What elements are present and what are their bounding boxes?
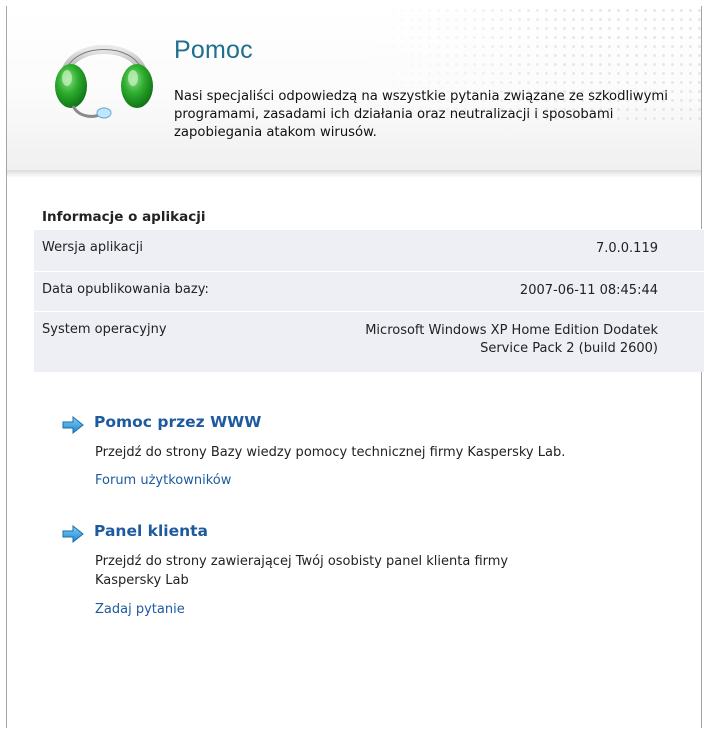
client-panel-description: Przejdź do strony zawierającej Twój osob… (95, 552, 508, 590)
table-row: Wersja aplikacji 7.0.0.119 (34, 229, 704, 272)
client-panel-line-2: Kaspersky Lab (95, 573, 189, 588)
row-label: System operacyjny (42, 322, 167, 337)
os-line-1: Microsoft Windows XP Home Edition Dodate… (365, 323, 658, 338)
web-help-title[interactable]: Pomoc przez WWW (94, 413, 261, 431)
arrow-right-icon (62, 525, 84, 543)
client-panel-line-1: Przejdź do strony zawierającej Twój osob… (95, 554, 509, 569)
row-value: 7.0.0.119 (595, 241, 658, 256)
app-info-table: Wersja aplikacji 7.0.0.119 Data opubliko… (34, 229, 704, 372)
client-panel-title[interactable]: Panel klienta (94, 522, 208, 540)
app-info-heading: Informacje o aplikacji (42, 209, 206, 225)
web-help-description: Przejdź do strony Bazy wiedzy pomocy tec… (95, 445, 566, 460)
row-label: Data opublikowania bazy: (42, 282, 209, 297)
row-label: Wersja aplikacji (42, 240, 143, 255)
os-line-2: Service Pack 2 (build 2600) (480, 341, 658, 356)
row-value: Microsoft Windows XP Home Edition Dodate… (365, 322, 658, 358)
user-forum-link[interactable]: Forum użytkowników (95, 473, 231, 488)
header-shadow (7, 170, 701, 178)
table-row: Data opublikowania bazy: 2007-06-11 08:4… (34, 271, 704, 312)
page-title: Pomoc (174, 36, 253, 64)
header-banner: Pomoc Nasi specjaliści odpowiedzą na wsz… (7, 6, 701, 171)
table-row: System operacyjny Microsoft Windows XP H… (34, 311, 704, 373)
headset-icon (55, 45, 153, 119)
row-value: 2007-06-11 08:45:44 (519, 283, 658, 298)
page-description: Nasi specjaliści odpowiedzą na wszystkie… (174, 89, 668, 140)
arrow-right-icon (62, 416, 84, 434)
ask-question-link[interactable]: Zadaj pytanie (95, 602, 185, 617)
